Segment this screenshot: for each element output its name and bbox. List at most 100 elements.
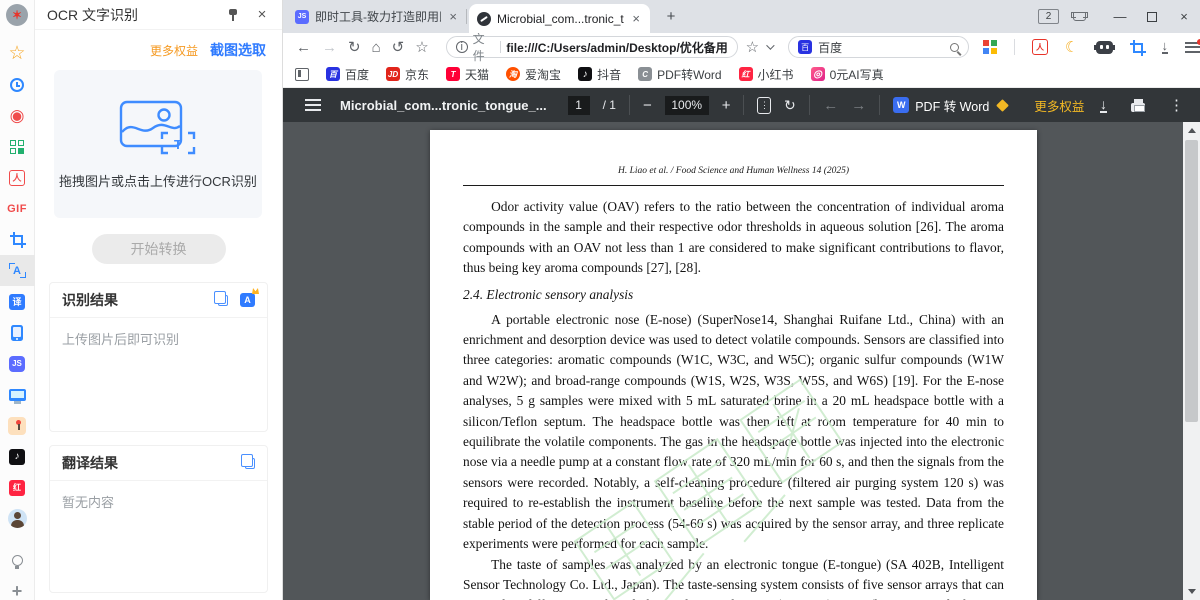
- next-page-button[interactable]: →: [851, 97, 866, 114]
- reload-button[interactable]: ↻: [348, 40, 361, 55]
- ocr-panel-title: OCR 文字识别: [47, 5, 138, 25]
- app-logo[interactable]: ✶: [0, 0, 35, 30]
- rail-item-profile[interactable]: [0, 503, 35, 534]
- kebab-menu-icon[interactable]: ⋮: [1169, 96, 1184, 114]
- tab-title: 即时工具-致力打造即用即走型在: [315, 8, 441, 25]
- crop-icon: [10, 232, 25, 247]
- scrollbar[interactable]: [1183, 122, 1200, 600]
- record-icon: ◉: [10, 107, 25, 124]
- bookmark-ai-photo[interactable]: ◎0元AI写真: [811, 66, 884, 83]
- bookmark-baidu[interactable]: 百百度: [326, 66, 369, 83]
- rail-item-add-tool[interactable]: +: [0, 576, 35, 600]
- rail-item-gif-tool[interactable]: GIF: [0, 193, 35, 224]
- bookmark-tmall[interactable]: T天猫: [446, 66, 489, 83]
- rail-item-screenshot[interactable]: [0, 224, 35, 255]
- close-window-button[interactable]: ×: [1168, 0, 1200, 33]
- favorite-star-icon[interactable]: ☆: [746, 40, 759, 55]
- tab-close-icon[interactable]: ×: [630, 11, 642, 26]
- maximize-button[interactable]: [1136, 0, 1168, 33]
- ocr-links-row: 更多权益 截图选取: [35, 30, 282, 66]
- pdf-toolbar: Microbial_com...tronic_tongue_... 1 / 1 …: [283, 88, 1200, 122]
- rail-item-qr-code[interactable]: [0, 131, 35, 162]
- search-box[interactable]: 百 百度: [788, 36, 969, 58]
- upload-dropzone[interactable]: T 拖拽图片或点击上传进行OCR识别: [54, 70, 262, 218]
- bookmark-douyin[interactable]: ♪抖音: [578, 66, 621, 83]
- pin-icon[interactable]: [226, 8, 240, 22]
- scroll-down-arrow[interactable]: [1183, 584, 1200, 599]
- minimize-button[interactable]: —: [1104, 0, 1136, 33]
- rail-item-xiaohongshu[interactable]: 红: [0, 472, 35, 503]
- bookmark-star-button[interactable]: ☆: [415, 40, 428, 55]
- ocr-scan-icon: A: [9, 263, 26, 278]
- address-bar[interactable]: i 文件 file:///C:/Users/admin/Desktop/优化备用…: [446, 36, 738, 58]
- zoom-in-button[interactable]: +: [722, 98, 731, 113]
- bookmark-jd[interactable]: JD京东: [386, 66, 429, 83]
- scroll-up-arrow[interactable]: [1183, 123, 1200, 138]
- home-button[interactable]: ⌂: [372, 40, 381, 55]
- page-number-input[interactable]: 1: [568, 96, 590, 115]
- pdf-menu-icon[interactable]: [305, 104, 321, 106]
- zoom-out-button[interactable]: −: [643, 98, 652, 113]
- translate-premium-icon[interactable]: A: [240, 293, 255, 307]
- rail-item-douyin[interactable]: ♪: [0, 441, 35, 472]
- tab-close-icon[interactable]: ×: [447, 9, 459, 24]
- copy-icon[interactable]: [245, 458, 255, 469]
- extension-icons: 人 ☾ ↓: [983, 39, 1200, 55]
- rail-item-phone-cast[interactable]: [0, 317, 35, 348]
- bookmark-label: PDF转Word: [657, 66, 721, 83]
- bookmark-label: 百度: [345, 66, 369, 83]
- pdf-extension-icon[interactable]: 人: [1032, 39, 1048, 55]
- address-url[interactable]: file:///C:/Users/admin/Desktop/优化备用素...: [506, 39, 727, 56]
- rail-item-screen-share[interactable]: [0, 379, 35, 410]
- page-info-icon[interactable]: i: [456, 41, 468, 53]
- capture-select-link[interactable]: 截图选取: [210, 40, 266, 60]
- result-card-header: 识别结果 A: [50, 283, 267, 318]
- window-controls: 2 — ×: [1038, 0, 1200, 33]
- copy-icon[interactable]: [218, 295, 228, 306]
- rotate-icon[interactable]: ↺: [784, 97, 796, 114]
- rail-item-game[interactable]: [0, 410, 35, 441]
- print-icon[interactable]: [1131, 103, 1145, 112]
- start-convert-button[interactable]: 开始转换: [92, 234, 226, 264]
- scrollbar-thumb[interactable]: [1185, 140, 1198, 422]
- new-tab-button[interactable]: +: [661, 7, 681, 27]
- bookmark-taobao[interactable]: 淘爱淘宝: [506, 66, 561, 83]
- download-icon[interactable]: ↓: [1100, 98, 1107, 113]
- bookmark-pdf2word[interactable]: CPDF转Word: [638, 66, 721, 83]
- assistant-robot-icon[interactable]: [1096, 41, 1113, 54]
- download-icon[interactable]: ↓: [1162, 40, 1169, 54]
- forward-button[interactable]: →: [322, 40, 337, 55]
- theme-shirt-icon[interactable]: [1073, 12, 1086, 21]
- rail-item-ocr[interactable]: A: [0, 255, 35, 286]
- rail-item-history[interactable]: [0, 69, 35, 100]
- more-benefits-link[interactable]: 更多权益: [150, 42, 198, 59]
- pdf-to-word-button[interactable]: PDF 转 Word: [915, 96, 989, 115]
- more-benefits-link[interactable]: 更多权益: [1034, 96, 1084, 115]
- back-button[interactable]: ←: [296, 40, 311, 55]
- close-icon[interactable]: ×: [254, 6, 270, 23]
- rail-item-feedback[interactable]: [0, 545, 35, 576]
- rail-item-favorites[interactable]: ☆: [0, 38, 35, 69]
- prev-page-button[interactable]: ←: [823, 97, 838, 114]
- rail-item-jishi-tools[interactable]: JS: [0, 348, 35, 379]
- tab-pdf-document[interactable]: Microbial_com...tronic_tongue ×: [469, 4, 650, 33]
- search-icon[interactable]: [950, 43, 959, 52]
- translation-card-header: 翻译结果: [50, 446, 267, 481]
- apps-grid-icon[interactable]: [983, 40, 997, 54]
- tab-count-badge[interactable]: 2: [1038, 9, 1059, 24]
- rail-item-translate[interactable]: 译: [0, 286, 35, 317]
- dark-mode-icon[interactable]: ☾: [1065, 40, 1078, 55]
- bookmark-xiaohongshu[interactable]: 红小红书: [739, 66, 794, 83]
- rail-item-screen-record[interactable]: ◉: [0, 100, 35, 131]
- fit-page-icon[interactable]: ⋮: [757, 97, 771, 114]
- screenshot-crop-icon[interactable]: [1130, 40, 1145, 55]
- bookmark-sidebar-icon[interactable]: [295, 68, 309, 81]
- rail-item-pdf-tool[interactable]: 人: [0, 162, 35, 193]
- avatar: [8, 509, 27, 528]
- browser-menu-icon[interactable]: [1185, 42, 1200, 53]
- chevron-down-icon[interactable]: [766, 41, 774, 49]
- favicon: 淘: [506, 67, 520, 81]
- tab-jishi-tools[interactable]: JS 即时工具-致力打造即用即走型在 ×: [287, 0, 467, 33]
- recent-history-button[interactable]: ↺: [392, 40, 405, 55]
- running-head: H. Liao et al. / Food Science and Human …: [463, 166, 1004, 176]
